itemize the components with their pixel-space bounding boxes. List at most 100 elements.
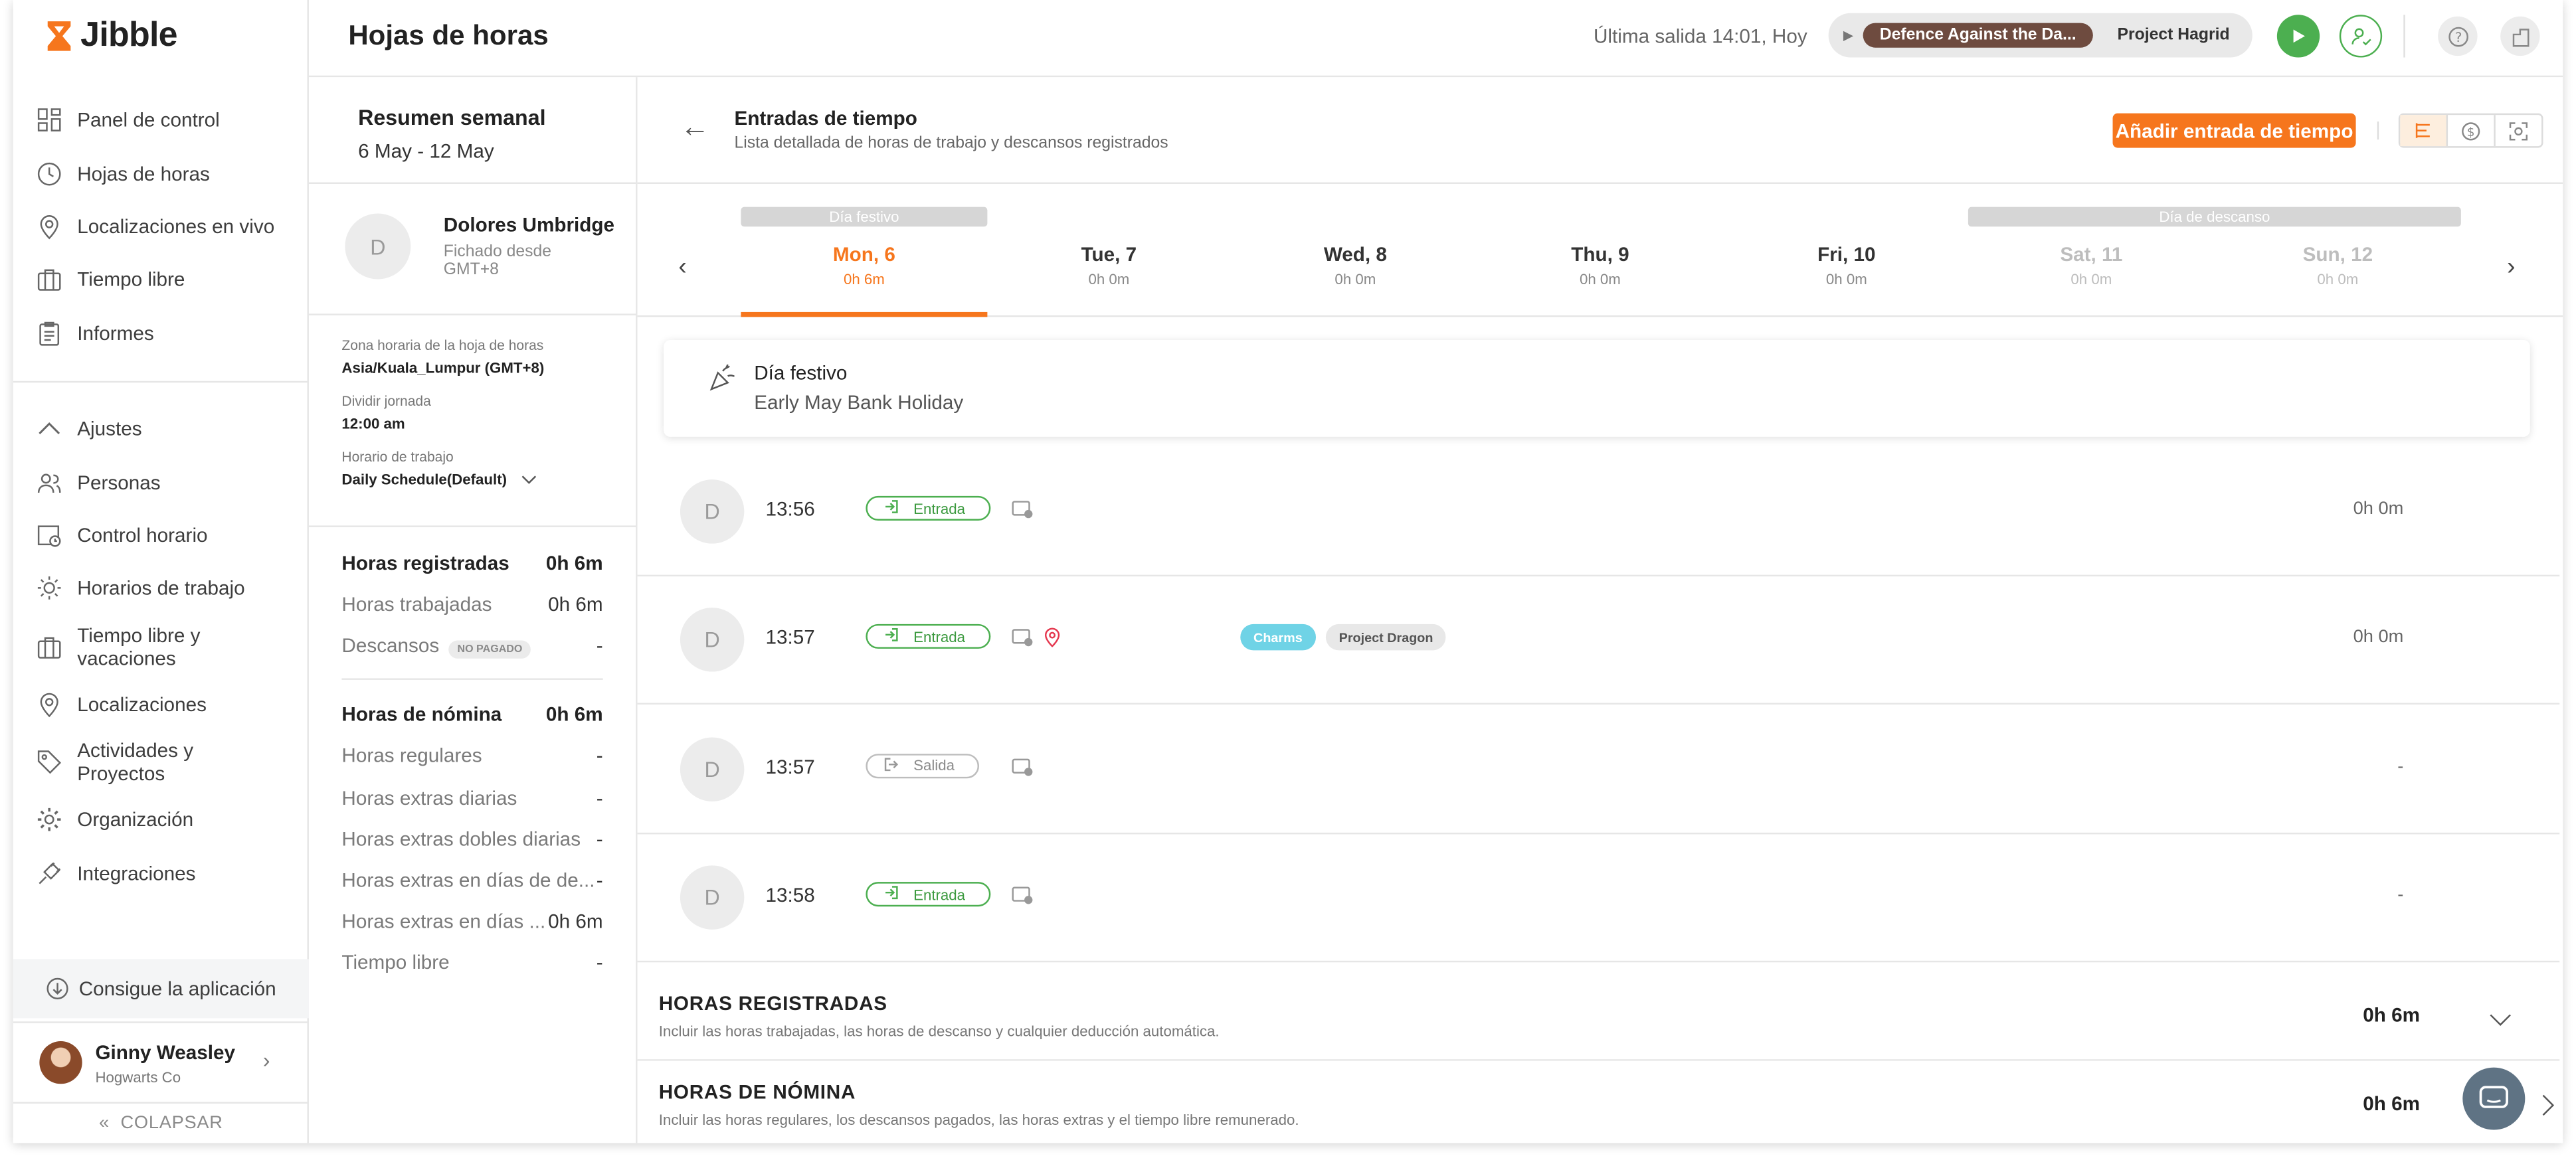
day-tab-fri-10[interactable]: Fri, 10 0h 0m [1723,243,1970,288]
day-tab-sat-11[interactable]: Sat, 11 0h 0m [1968,243,2215,288]
entry-duration: - [2397,885,2404,906]
chevron-right-icon[interactable] [2541,1094,2555,1125]
day-tab-sun-12[interactable]: Sun, 12 0h 0m [2215,243,2461,288]
user-menu[interactable]: Ginny Weasley Hogwarts Co › [13,1021,309,1104]
sidebar-item-control-horario[interactable]: Control horario [13,509,309,562]
sidebar-item-tiempo-libre[interactable]: Tiempo libre [13,253,309,306]
get-app-button[interactable]: Consigue la aplicación [13,959,309,1019]
back-arrow-icon[interactable]: ← [680,110,710,145]
totals-title: HORAS REGISTRADAS [658,991,887,1015]
sidebar-item-panel-de-control[interactable]: Panel de control [13,94,309,147]
sidebar-item-hojas-de-horas[interactable]: Hojas de horas [13,147,309,200]
schedule-label: Horario de trabajo [341,448,454,465]
device-icon [1012,884,1033,914]
time-entry-row[interactable]: D 13:57 Entrada Charms Project Dragon 0h 0m [637,577,2560,705]
day-hours: 0h 0m [1579,271,1621,288]
totals-value: 0h 6m [2363,1003,2421,1027]
face-view-toggle[interactable] [2496,115,2541,146]
sidebar-item-label: Control horario [77,523,208,547]
hours-label-text: Horas extras dobles diarias [341,827,581,851]
entry-icons [1012,755,1033,785]
activity-badge: Defence Against the Da... [1863,23,2093,48]
entry-duration: 0h 0m [2353,499,2404,519]
chat-button[interactable] [2462,1067,2526,1130]
view-toggle: $ [2398,113,2543,148]
list-view-toggle[interactable] [2400,115,2448,147]
hours-label: Horas trabajadas [341,592,492,616]
summary-title: Resumen semanal [358,105,546,130]
day-tab-tue-7[interactable]: Tue, 7 0h 0m [986,243,1232,288]
sidebar-item-ajustes[interactable]: Ajustes [13,402,309,456]
user-name: Ginny Weasley [95,1040,236,1064]
sidebar-item-label: Personas [77,470,161,494]
organization-button[interactable] [2500,16,2540,56]
sidebar-item-localizaciones[interactable]: Localizaciones [13,677,309,730]
sidebar-item-personas[interactable]: Personas [13,456,309,509]
sidebar-item-tiempo-libre-y-vacaciones[interactable]: Tiempo libre y vacaciones [13,615,309,677]
sidebar-item-actividades-y-proyectos[interactable]: Actividades y Proyectos [13,730,309,793]
user-org: Hogwarts Co [95,1068,181,1085]
sidebar-item-label: Horarios de trabajo [77,576,245,600]
entry-time: 13:56 [765,497,815,521]
hours-value: 0h 6m [545,550,603,574]
sidebar-item-localizaciones-en-vivo[interactable]: Localizaciones en vivo [13,200,309,253]
hours-row: Horas trabajadas 0h 6m [309,583,636,624]
timer-pill[interactable]: ▶ Defence Against the Da... Project Hagr… [1828,13,2253,58]
jibble-logo[interactable]: Jibble [43,17,178,56]
collapse-button[interactable]: « COLAPSAR [13,1114,309,1133]
hours-value: 0h 6m [548,910,603,934]
cost-view-toggle[interactable]: $ [2448,115,2496,147]
hours-label: Descansos NO PAGADO [341,634,531,659]
tag-icon [36,749,62,776]
sidebar-item-label: Localizaciones [77,693,207,716]
week-day-selector: Día festivo Día de descanso ‹ › Mon, 6 0h… [637,183,2563,317]
add-time-entry-button[interactable]: Añadir entrada de tiempo [2112,113,2356,148]
day-tab-thu-9[interactable]: Thu, 9 0h 0m [1477,243,1723,288]
unpaid-badge: NO PAGADO [449,640,531,659]
play-small-icon: ▶ [1843,28,1854,43]
totals-row-horas-de-nomina[interactable]: HORAS DE NÓMINA Incluir las horas regular… [637,1060,2560,1143]
time-entries-panel: ← Entradas de tiempo Lista detallada de … [637,77,2563,1143]
clock-in-person-button[interactable] [2339,15,2383,58]
entry-type-label: Entrada [913,500,966,517]
hours-label-text: Horas extras en días ... [341,910,546,934]
sidebar-item-label: Localizaciones en vivo [77,214,275,238]
employee-timezone: Fichado desde GMT+8 [443,243,552,280]
day-tab-wed-8[interactable]: Wed, 8 0h 0m [1232,243,1479,288]
divider [2403,15,2405,58]
face-scan-icon [2509,122,2528,140]
next-week-arrow[interactable]: › [2507,253,2515,281]
hours-label-text: Horas de nómina [341,703,502,726]
sidebar-item-informes[interactable]: Informes [13,306,309,359]
clock-in-icon [884,499,899,517]
help-icon: ? [2448,26,2468,46]
hours-value: - [596,744,603,768]
previous-week-arrow[interactable]: ‹ [678,253,686,281]
entry-type-label: Entrada [913,628,966,645]
sidebar-item-horarios-de-trabajo[interactable]: Horarios de trabajo [13,562,309,615]
hours-value: 0h 6m [545,703,603,726]
clock-in-icon [884,628,899,646]
timesheet-meta: Zona horaria de la hoja de horas Asia/Ku… [308,315,636,527]
start-timer-button[interactable] [2276,15,2320,58]
hours-value: - [596,827,603,851]
divider [13,380,309,383]
sidebar-item-label: Hojas de horas [77,161,210,185]
hours-label-text: Tiempo libre [341,951,450,975]
time-entry-row[interactable]: D 13:56 Entrada 0h 0m [637,448,2560,577]
entry-type-badge: Entrada [866,882,991,907]
totals-row-horas-registradas[interactable]: HORAS REGISTRADAS Incluir las horas traba… [637,972,2560,1061]
building-icon [2512,28,2529,46]
schedule-dropdown[interactable]: Daily Schedule(Default) [341,471,636,488]
sidebar-item-organizacion[interactable]: Organización [13,793,309,846]
time-entry-row[interactable]: D 13:58 Entrada - [637,835,2560,963]
sidebar-item-label: Panel de control [77,108,220,132]
sidebar-item-integraciones[interactable]: Integraciones [13,847,309,900]
chevron-down-icon[interactable] [2489,1005,2512,1035]
time-entry-row[interactable]: D 13:57 Salida - [637,706,2560,834]
hourglass-logo-icon [47,21,71,51]
day-name: Sun, 12 [2302,243,2373,266]
day-tab-mon-6[interactable]: Mon, 6 0h 6m [741,243,987,288]
main-nav: Panel de control Hojas de horas Localizaci… [13,94,309,360]
help-button[interactable]: ? [2438,16,2478,56]
